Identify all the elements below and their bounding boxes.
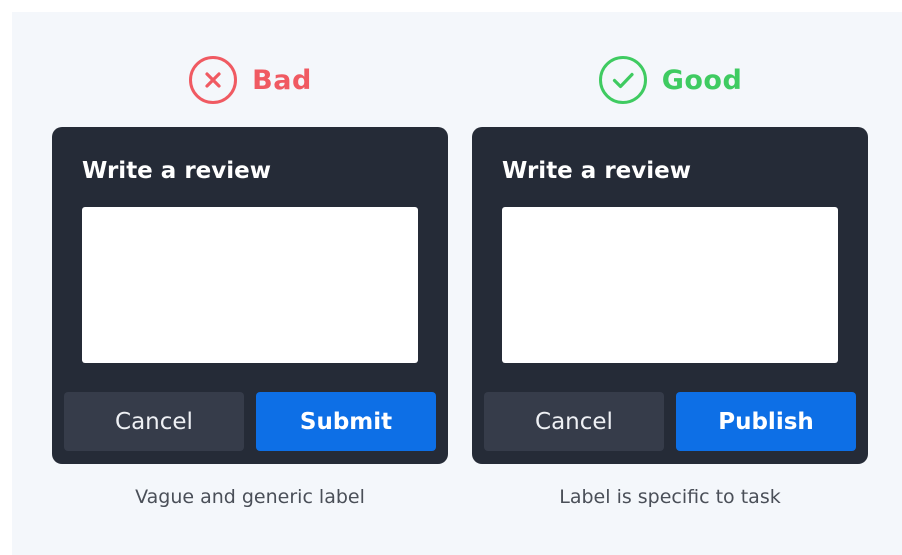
bad-caption: Vague and generic label [135, 486, 365, 508]
bad-review-dialog: Write a review Cancel Submit [52, 127, 448, 464]
publish-button[interactable]: Publish [676, 392, 856, 451]
cancel-button[interactable]: Cancel [64, 392, 244, 451]
submit-button[interactable]: Submit [256, 392, 436, 451]
cancel-button[interactable]: Cancel [484, 392, 664, 451]
check-circle-icon [598, 56, 647, 104]
good-caption: Label is specific to task [559, 486, 781, 508]
review-textarea[interactable] [82, 207, 418, 363]
bad-verdict: Bad [52, 55, 448, 105]
review-textarea[interactable] [502, 207, 838, 363]
dialog-title: Write a review [502, 158, 691, 184]
good-verdict: Good [472, 55, 868, 105]
bad-example: Bad Write a review Cancel Submit Vague a… [52, 12, 448, 555]
good-example: Good Write a review Cancel Publish Label… [472, 12, 868, 555]
comparison-canvas: Bad Write a review Cancel Submit Vague a… [12, 12, 902, 555]
good-review-dialog: Write a review Cancel Publish [472, 127, 868, 464]
bad-label: Bad [252, 64, 312, 96]
good-label: Good [661, 64, 743, 96]
dialog-title: Write a review [82, 158, 271, 184]
x-circle-icon [189, 56, 238, 104]
